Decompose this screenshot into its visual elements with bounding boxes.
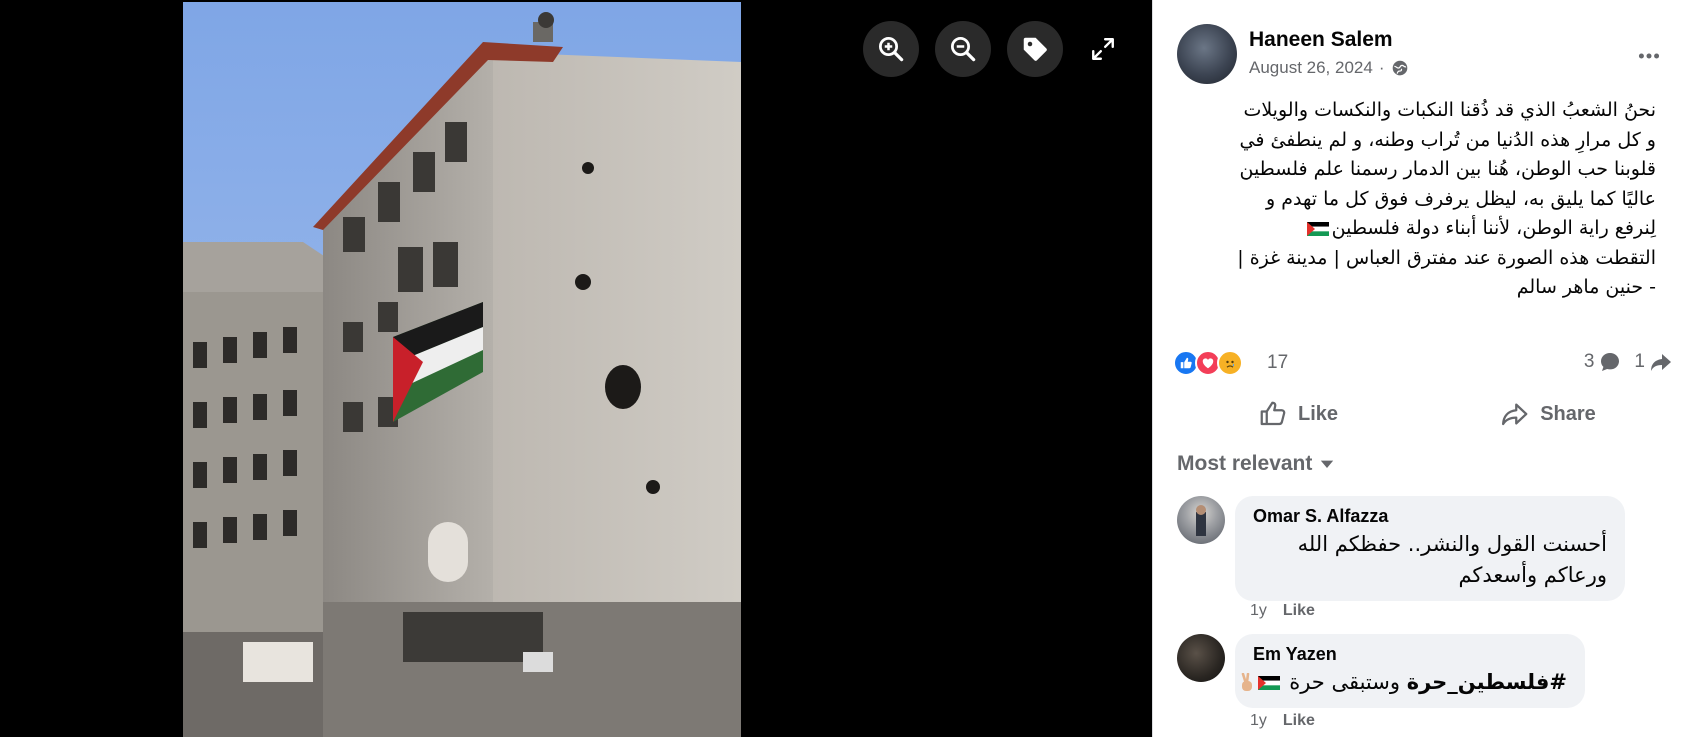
- globe-icon: [1392, 60, 1407, 76]
- more-dots-icon: [1638, 53, 1660, 59]
- share-button[interactable]: Share: [1423, 392, 1673, 436]
- comment-text-line: ورعاكم وأسعدكم: [1458, 563, 1607, 587]
- photo-viewer: [0, 0, 1152, 737]
- post-meta: August 26, 2024 ·: [1249, 58, 1409, 78]
- commenter-avatar[interactable]: [1177, 634, 1225, 682]
- share-count-button[interactable]: 1: [1634, 350, 1673, 374]
- comments-sort-label: Most relevant: [1177, 452, 1313, 475]
- post-text-line: لِنرفع راية الوطن، لأننا أبناء دولة فلسط…: [1331, 217, 1656, 239]
- post-side-panel: Haneen Salem August 26, 2024 · نحنُ الشع…: [1152, 0, 1692, 737]
- sad-reaction-icon: [1217, 350, 1243, 376]
- zoom-out-icon: [951, 37, 976, 62]
- post-text-line: عاليًا كما يليق به، ليظل يرفرف فوق كل ما…: [1266, 187, 1656, 210]
- building-photo-image: [183, 2, 741, 737]
- comment-item: Omar S. Alfazza أحسنت القول والنشر.. حفظ…: [1177, 496, 1667, 606]
- reaction-icons[interactable]: [1173, 350, 1243, 376]
- meta-separator: ·: [1378, 58, 1385, 77]
- engagement-counts: 3 1: [1584, 350, 1673, 374]
- comment-time[interactable]: 1y: [1250, 602, 1267, 620]
- author-name[interactable]: Haneen Salem: [1249, 28, 1393, 52]
- like-label: Like: [1297, 402, 1339, 425]
- post-date[interactable]: August 26, 2024: [1249, 58, 1373, 78]
- share-icon: [1502, 403, 1528, 426]
- fullscreen-icon: [1092, 38, 1114, 60]
- comment-hashtag[interactable]: #فلسطين_حرة: [1407, 670, 1567, 694]
- post-text-line: قلوبنا حب الوطن، هُنا بين الدمار رسمنا ع…: [1239, 158, 1656, 180]
- share-count: 1: [1634, 351, 1645, 372]
- post-actions: Like Share: [1173, 392, 1673, 436]
- post-text-line: نحنُ الشعبُ الذي قد ذُقنا النكبات والنكس…: [1243, 99, 1656, 121]
- reactions-summary: 17 3 1: [1173, 348, 1673, 380]
- viewer-toolbar: [863, 21, 1131, 77]
- commenter-avatar[interactable]: [1177, 496, 1225, 544]
- tag-icon: [1023, 37, 1047, 61]
- comments-sort-dropdown[interactable]: Most relevant: [1177, 452, 1336, 476]
- more-options-button[interactable]: [1631, 38, 1667, 74]
- comment-bubble: Omar S. Alfazza أحسنت القول والنشر.. حفظ…: [1235, 496, 1625, 601]
- post-text-line: التقطت هذه الصورة عند مفترق العباس | مدي…: [1237, 246, 1656, 269]
- caret-down-icon: [1321, 460, 1334, 468]
- comment-count-button[interactable]: 3: [1584, 350, 1623, 374]
- share-arrow-icon: [1651, 354, 1671, 371]
- zoom-in-icon: [879, 37, 904, 62]
- comment-bubble-icon: [1601, 353, 1620, 371]
- thumbs-up-icon: [1260, 401, 1286, 426]
- share-label: Share: [1540, 402, 1596, 425]
- commenter-name[interactable]: Omar S. Alfazza: [1253, 506, 1607, 527]
- reaction-count[interactable]: 17: [1267, 352, 1288, 374]
- tag-photo-button[interactable]: [1007, 21, 1063, 77]
- post-text-line: و كل مرارِ هذه الدُنيا من تُراب وطنه، و …: [1239, 128, 1656, 151]
- post-text-line: - حنين ماهر سالم: [1516, 276, 1656, 298]
- comment-count: 3: [1583, 351, 1595, 372]
- comment-item: Em Yazen #فلسطين_حرة وستبقى حرة: [1177, 634, 1667, 708]
- comment-like-button[interactable]: Like: [1283, 712, 1315, 730]
- post-text-line-with-flag: لِنرفع راية الوطن، لأننا أبناء دولة فلسط…: [1173, 214, 1656, 244]
- zoom-out-button[interactable]: [935, 21, 991, 77]
- comment-actions: 1y Like: [1250, 712, 1315, 730]
- comment-text: #فلسطين_حرة وستبقى حرة: [1241, 667, 1567, 698]
- post-photo[interactable]: [183, 2, 741, 737]
- comment-like-button[interactable]: Like: [1283, 602, 1315, 620]
- palestine-flag-icon: [1306, 221, 1329, 236]
- author-avatar[interactable]: [1177, 24, 1237, 84]
- comment-time[interactable]: 1y: [1250, 712, 1267, 730]
- victory-hand-icon: [1241, 672, 1252, 691]
- post-header: Haneen Salem August 26, 2024 ·: [1177, 24, 1667, 86]
- comment-text-line: أحسنت القول والنشر.. حفظكم الله: [1297, 532, 1607, 556]
- post-text: نحنُ الشعبُ الذي قد ذُقنا النكبات والنكس…: [1173, 96, 1656, 303]
- comment-bubble: Em Yazen #فلسطين_حرة وستبقى حرة: [1235, 634, 1585, 708]
- commenter-name[interactable]: Em Yazen: [1253, 644, 1567, 665]
- like-button[interactable]: Like: [1173, 392, 1423, 436]
- palestine-flag-icon: [1257, 676, 1280, 690]
- comment-actions: 1y Like: [1250, 602, 1315, 620]
- comment-body: وستبقى حرة: [1289, 670, 1400, 694]
- zoom-in-button[interactable]: [863, 21, 919, 77]
- fullscreen-button[interactable]: [1075, 21, 1131, 77]
